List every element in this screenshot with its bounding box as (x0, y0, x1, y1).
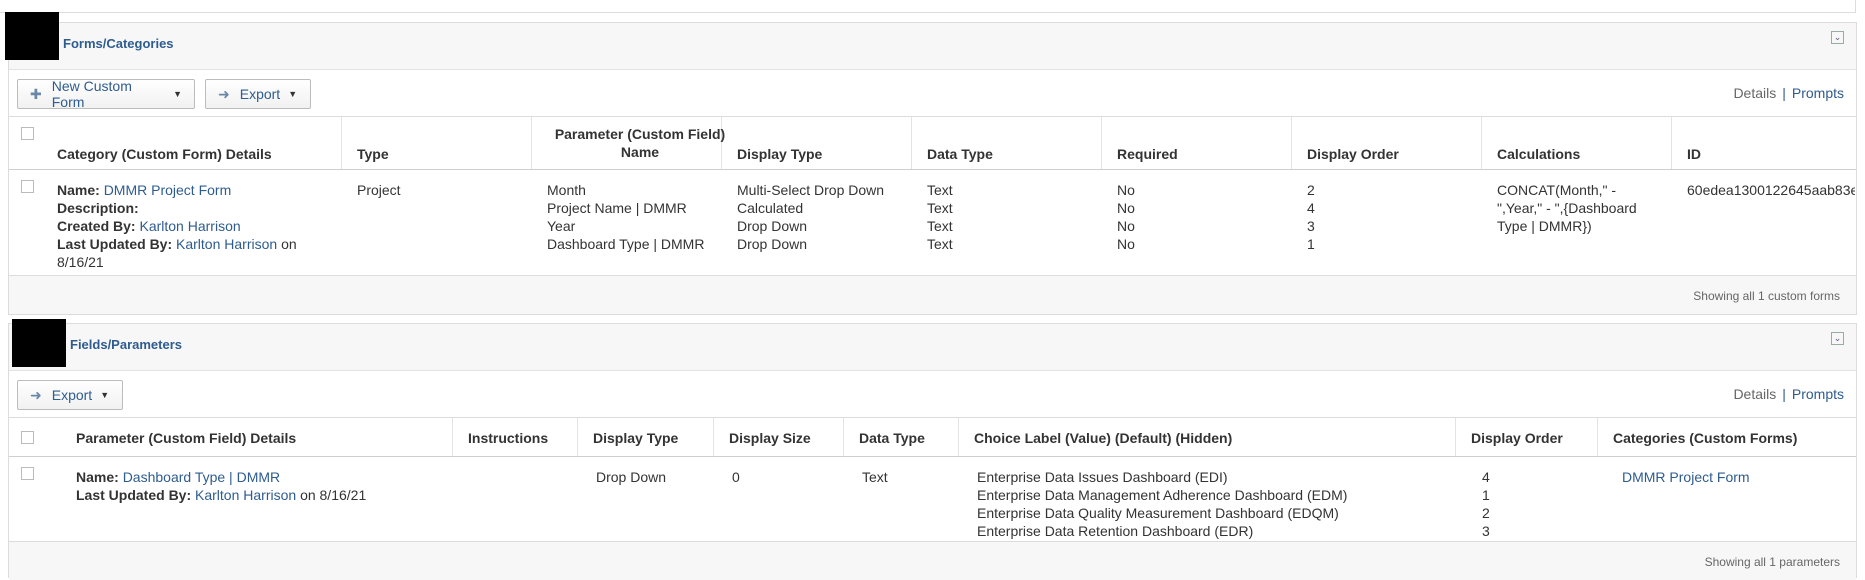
column-divider (577, 418, 578, 456)
table-row: Name: DMMR Project Form Description: Cre… (9, 170, 1856, 276)
category-cell: DMMR Project Form (1622, 468, 1750, 486)
column-divider (911, 117, 912, 169)
column-divider (843, 418, 844, 456)
details-link[interactable]: Details (1733, 386, 1776, 402)
column-header[interactable]: Choice Label (Value) (Default) (Hidden) (974, 430, 1232, 446)
column-header[interactable]: Instructions (468, 430, 548, 446)
forms-categories-panel: Forms/Categories ⌄ ✚ New Custom Form ▼ ➜… (5, 12, 1857, 315)
display-order-cell: 2 4 3 1 (1307, 182, 1315, 252)
fields-parameters-panel: Fields/Parameters ⌄ ➜ Export ▼ Details | P… (8, 319, 1857, 580)
column-header[interactable]: ID (1687, 146, 1701, 162)
collapse-icon[interactable]: ⌄ (1831, 31, 1844, 44)
row-checkbox[interactable] (21, 467, 34, 480)
column-header[interactable]: Category (Custom Form) Details (57, 146, 272, 162)
caret-down-icon: ▼ (173, 89, 182, 99)
arrow-right-icon: ➜ (30, 386, 42, 403)
panel-title[interactable]: Fields/Parameters (70, 337, 182, 352)
column-divider (531, 117, 532, 169)
updated-by-link[interactable]: Karlton Harrison (195, 487, 296, 503)
parameter-details-cell: Name: Dashboard Type | DMMR Last Updated… (76, 469, 367, 503)
prompts-link[interactable]: Prompts (1792, 85, 1844, 101)
display-type-cell: Drop Down (596, 469, 667, 485)
redacted-block (12, 319, 66, 367)
column-divider (1597, 418, 1598, 456)
export-button[interactable]: ➜ Export ▼ (17, 380, 123, 410)
forms-toolbar: ✚ New Custom Form ▼ ➜ Export ▼ Details | P… (9, 70, 1856, 117)
row-checkbox[interactable] (21, 180, 34, 193)
column-header[interactable]: Type (357, 146, 389, 162)
table-row: Name: Dashboard Type | DMMR Last Updated… (9, 457, 1856, 542)
panel-header: Fields/Parameters ⌄ (9, 319, 1856, 371)
caret-down-icon: ▼ (100, 390, 110, 400)
column-header[interactable]: Display Order (1307, 146, 1399, 162)
data-type-cell: Text (862, 469, 888, 485)
separator: | (1782, 85, 1786, 101)
parameter-name-link[interactable]: Dashboard Type | DMMR (123, 469, 280, 485)
forms-footer: Showing all 1 custom forms (9, 276, 1856, 314)
export-label: Export (239, 86, 281, 102)
column-header[interactable]: Data Type (859, 430, 925, 446)
new-custom-form-button[interactable]: ✚ New Custom Form ▼ (17, 78, 195, 110)
parameter-names-cell: Month Project Name | DMMR Year Dashboard… (547, 182, 705, 252)
column-header[interactable]: Parameter (Custom Field) Details (76, 430, 296, 446)
category-link[interactable]: DMMR Project Form (1622, 469, 1750, 485)
id-cell: 60edea1300122645aab83e (1687, 182, 1855, 198)
column-header[interactable]: Display Type (737, 146, 822, 162)
panel-header: Forms/Categories ⌄ (5, 12, 1856, 70)
fields-count-text: Showing all 1 parameters (1704, 555, 1840, 569)
export-button[interactable]: ➜ Export ▼ (205, 79, 311, 109)
form-name-link[interactable]: DMMR Project Form (104, 182, 232, 198)
data-types-cell: Text Text Text Text (927, 182, 953, 252)
form-details-cell: Name: DMMR Project Form Description: Cre… (57, 182, 297, 270)
separator: | (1782, 386, 1786, 402)
plus-icon: ✚ (30, 85, 42, 102)
forms-table-header: Category (Custom Form) Details Type Para… (9, 117, 1856, 170)
column-divider (713, 418, 714, 456)
column-divider (1101, 117, 1102, 169)
caret-down-icon: ▼ (288, 89, 298, 99)
previous-panel-edge (0, 0, 1856, 13)
display-size-cell: 0 (732, 469, 740, 485)
column-header[interactable]: Calculations (1497, 146, 1580, 162)
choices-cell: Enterprise Data Issues Dashboard (EDI) E… (977, 469, 1348, 539)
forms-count-text: Showing all 1 custom forms (1693, 289, 1840, 303)
column-header[interactable]: Display Order (1471, 430, 1563, 446)
fields-toolbar: ➜ Export ▼ Details | Prompts (9, 371, 1856, 418)
column-header[interactable]: Required (1117, 146, 1178, 162)
select-all-checkbox[interactable] (21, 431, 34, 444)
select-all-checkbox[interactable] (21, 127, 34, 140)
column-divider (1455, 418, 1456, 456)
column-divider (1291, 117, 1292, 169)
column-divider (452, 418, 453, 456)
column-divider (958, 418, 959, 456)
panel-title[interactable]: Forms/Categories (63, 36, 174, 51)
view-links: Details | Prompts (1733, 85, 1844, 101)
fields-footer: Showing all 1 parameters (9, 542, 1856, 580)
type-cell: Project (357, 182, 401, 198)
new-custom-form-label: New Custom Form (51, 78, 132, 110)
column-divider (1481, 117, 1482, 169)
arrow-right-icon: ➜ (218, 85, 230, 102)
column-header[interactable]: Display Size (729, 430, 811, 446)
display-types-cell: Multi-Select Drop Down Calculated Drop D… (737, 182, 885, 252)
redacted-block (5, 12, 59, 60)
details-link[interactable]: Details (1733, 85, 1776, 101)
created-by-link[interactable]: Karlton Harrison (139, 218, 240, 234)
column-header[interactable]: Parameter (Custom Field) Name (537, 125, 743, 161)
export-label: Export (51, 387, 93, 403)
column-divider (341, 117, 342, 169)
required-cell: No No No No (1117, 182, 1135, 252)
prompts-link[interactable]: Prompts (1792, 386, 1844, 402)
display-order-cell: 4 1 2 3 (1482, 469, 1490, 539)
column-divider (1671, 117, 1672, 169)
collapse-icon[interactable]: ⌄ (1831, 332, 1844, 345)
fields-table-header: Parameter (Custom Field) Details Instruc… (9, 418, 1856, 457)
column-header[interactable]: Categories (Custom Forms) (1613, 430, 1797, 446)
column-header[interactable]: Display Type (593, 430, 678, 446)
calculations-cell: CONCAT(Month," - ",Year," - ",{Dashboard… (1497, 182, 1637, 234)
updated-by-link[interactable]: Karlton Harrison (176, 236, 277, 252)
column-header[interactable]: Data Type (927, 146, 993, 162)
view-links: Details | Prompts (1733, 386, 1844, 402)
